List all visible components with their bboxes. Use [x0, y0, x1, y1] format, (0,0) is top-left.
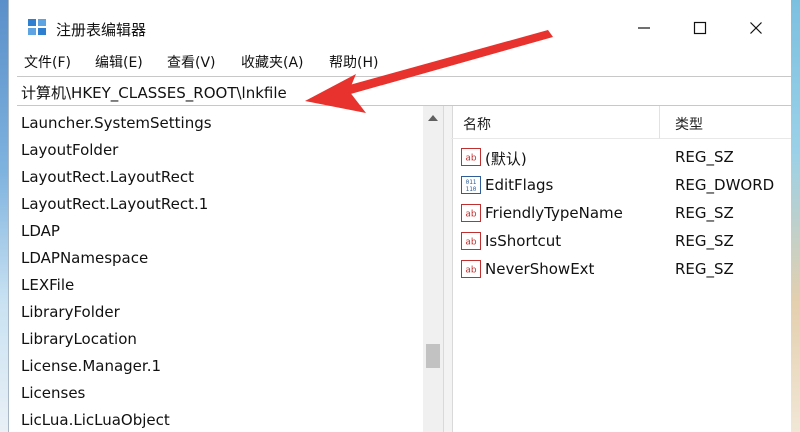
- menu-favorites[interactable]: 收藏夹(A): [241, 52, 304, 72]
- value-row[interactable]: ab (默认) REG_SZ: [451, 144, 791, 170]
- column-name-label: 名称: [463, 117, 491, 133]
- address-path[interactable]: 计算机\HKEY_CLASSES_ROOT\lnkfile: [21, 82, 287, 103]
- svg-text:ab: ab: [465, 266, 477, 276]
- svg-text:110: 110: [466, 186, 477, 193]
- scroll-up-icon[interactable]: [423, 110, 443, 126]
- string-value-icon: ab: [461, 260, 481, 278]
- title-bar[interactable]: 注册表编辑器: [9, 0, 791, 46]
- menu-file[interactable]: 文件(F): [24, 52, 71, 72]
- string-value-icon: ab: [461, 204, 481, 222]
- svg-text:ab: ab: [465, 238, 477, 248]
- column-header-name[interactable]: 名称: [451, 106, 660, 139]
- svg-text:ab: ab: [465, 210, 477, 220]
- menu-edit[interactable]: 编辑(E): [95, 52, 143, 72]
- tree-item[interactable]: LayoutRect.LayoutRect: [21, 168, 194, 186]
- desktop-background-left: [0, 0, 8, 432]
- value-name: FriendlyTypeName: [485, 204, 623, 222]
- value-type: REG_SZ: [675, 204, 734, 222]
- registry-editor-window: 注册表编辑器 文件(F) 编辑(E) 查看(V) 收藏夹(A) 帮助(H) 计算…: [8, 0, 791, 432]
- maximize-button[interactable]: [677, 11, 723, 45]
- minimize-button[interactable]: [621, 11, 667, 45]
- tree-item[interactable]: LayoutRect.LayoutRect.1: [21, 195, 208, 213]
- value-name: IsShortcut: [485, 232, 562, 250]
- value-type: REG_SZ: [675, 232, 734, 250]
- close-button[interactable]: [733, 11, 779, 45]
- value-type: REG_SZ: [675, 260, 734, 278]
- string-value-icon: ab: [461, 148, 481, 166]
- tree-item[interactable]: LEXFile: [21, 276, 74, 294]
- desktop-background-right: [790, 0, 800, 432]
- string-value-icon: ab: [461, 232, 481, 250]
- menu-help[interactable]: 帮助(H): [329, 52, 378, 72]
- svg-text:011: 011: [466, 179, 477, 186]
- tree-item[interactable]: Launcher.SystemSettings: [21, 114, 212, 132]
- maximize-icon: [693, 21, 707, 35]
- value-row[interactable]: ab FriendlyTypeName REG_SZ: [451, 200, 791, 226]
- tree-scrollbar[interactable]: [423, 106, 443, 432]
- binary-value-icon: 011 110: [461, 176, 481, 194]
- minimize-icon: [638, 27, 650, 29]
- value-row[interactable]: ab NeverShowExt REG_SZ: [451, 256, 791, 282]
- svg-text:ab: ab: [465, 154, 477, 164]
- value-name: (默认): [485, 150, 527, 168]
- tree-item[interactable]: LibraryFolder: [21, 303, 120, 321]
- value-name: EditFlags: [485, 176, 554, 194]
- tree-item[interactable]: LicLua.LicLuaObject: [21, 411, 170, 429]
- value-type: REG_DWORD: [675, 176, 775, 194]
- scrollbar-thumb[interactable]: [426, 344, 440, 368]
- value-row[interactable]: 011 110 EditFlags REG_DWORD: [451, 172, 791, 198]
- value-name: NeverShowExt: [485, 260, 595, 278]
- values-list: 名称 类型 ab (默认) REG_SZ 011 110 EditFlags R…: [451, 106, 791, 432]
- column-header-type[interactable]: 类型: [660, 106, 791, 139]
- registry-editor-icon: [28, 19, 46, 35]
- tree-item[interactable]: LDAPNamespace: [21, 249, 148, 267]
- tree-item[interactable]: LDAP: [21, 222, 60, 240]
- tree-item[interactable]: LayoutFolder: [21, 141, 118, 159]
- address-bar[interactable]: 计算机\HKEY_CLASSES_ROOT\lnkfile: [17, 76, 791, 106]
- value-type: REG_SZ: [675, 148, 734, 166]
- tree-item[interactable]: Licenses: [21, 384, 85, 402]
- registry-key-tree: Launcher.SystemSettings LayoutFolder Lay…: [17, 106, 443, 432]
- menu-bar: 文件(F) 编辑(E) 查看(V) 收藏夹(A) 帮助(H): [9, 48, 791, 74]
- column-type-label: 类型: [675, 117, 703, 133]
- tree-item[interactable]: License.Manager.1: [21, 357, 161, 375]
- window-title: 注册表编辑器: [56, 21, 147, 39]
- tree-item[interactable]: LibraryLocation: [21, 330, 137, 348]
- close-icon: [750, 22, 762, 34]
- menu-view[interactable]: 查看(V): [167, 52, 216, 72]
- value-row[interactable]: ab IsShortcut REG_SZ: [451, 228, 791, 254]
